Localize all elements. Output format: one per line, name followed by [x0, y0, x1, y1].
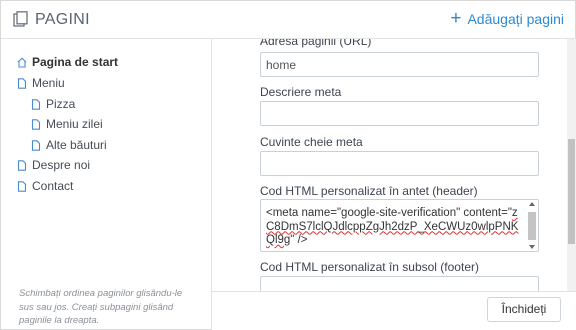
url-label: Adresa paginii (URL) — [260, 39, 372, 48]
sidebar-item-label: Contact — [32, 179, 74, 193]
sidebar-item-home[interactable]: Pagina de start — [17, 55, 118, 69]
page-icon — [17, 77, 27, 89]
add-pages-button[interactable]: + Adăugați pagini — [450, 8, 564, 29]
sidebar-item-despre-noi[interactable]: Despre noi — [17, 158, 90, 172]
page-icon — [31, 139, 41, 151]
footer-html-label: Cod HTML personalizat în subsol (footer) — [260, 260, 479, 274]
scroll-down-icon[interactable] — [529, 245, 535, 249]
meta-keywords-input[interactable] — [260, 151, 539, 176]
page-icon — [17, 180, 27, 192]
pages-icon — [13, 11, 28, 27]
page-icon — [31, 98, 41, 110]
sidebar-item-label: Meniu zilei — [46, 117, 103, 131]
meta-description-input[interactable] — [260, 101, 539, 126]
form-scroll-thumb[interactable] — [568, 139, 575, 244]
close-button[interactable]: Închideți — [487, 297, 561, 322]
dialog-title: PAGINI — [35, 11, 90, 28]
form-scrollbar[interactable] — [567, 39, 576, 291]
header-html-part: " /> — [290, 234, 308, 246]
page-settings-form: Adresa paginii (URL) home Descriere meta… — [212, 39, 567, 291]
sidebar-item-pizza[interactable]: Pizza — [31, 97, 75, 111]
page-icon — [17, 159, 27, 171]
sidebar-item-meniu[interactable]: Meniu — [17, 76, 65, 90]
add-pages-label: Adăugați pagini — [467, 11, 564, 27]
sidebar-item-meniu-zilei[interactable]: Meniu zilei — [31, 117, 103, 131]
header-html-part: <meta name="google-site-verification" co… — [266, 207, 512, 219]
sidebar-item-label: Alte băuturi — [46, 138, 107, 152]
textarea-scrollbar[interactable] — [528, 202, 536, 249]
home-icon — [17, 56, 27, 68]
meta-keywords-label: Cuvinte cheie meta — [260, 135, 363, 149]
url-input[interactable]: home — [260, 52, 539, 77]
sidebar-item-contact[interactable]: Contact — [17, 179, 73, 193]
meta-description-label: Descriere meta — [260, 85, 342, 99]
dialog-footer: Închideți — [212, 291, 576, 330]
pages-dialog: PAGINI + Adăugați pagini Pagina de start… — [0, 0, 576, 330]
footer-html-textarea[interactable] — [260, 276, 539, 291]
scroll-up-icon[interactable] — [529, 202, 535, 206]
header-html-content: <meta name="google-site-verification" co… — [266, 207, 524, 248]
pages-sidebar: Pagina de start Meniu Pizza Meniu zilei … — [1, 39, 212, 330]
sidebar-item-label: Meniu — [32, 76, 65, 90]
dialog-header: PAGINI + Adăugați pagini — [1, 1, 576, 39]
plus-icon: + — [450, 8, 462, 29]
sidebar-item-label: Despre noi — [32, 158, 91, 172]
page-icon — [31, 118, 41, 130]
sidebar-item-label: Pizza — [46, 97, 76, 111]
sidebar-item-alte-bauturi[interactable]: Alte băuturi — [31, 138, 107, 152]
header-html-label: Cod HTML personalizat în antet (header) — [260, 184, 478, 198]
reorder-hint: Schimbați ordinea paginilor glisându-le … — [19, 288, 183, 326]
textarea-scroll-thumb[interactable] — [528, 212, 536, 240]
sidebar-item-label: Pagina de start — [32, 55, 119, 69]
header-html-textarea[interactable]: <meta name="google-site-verification" co… — [260, 199, 539, 252]
